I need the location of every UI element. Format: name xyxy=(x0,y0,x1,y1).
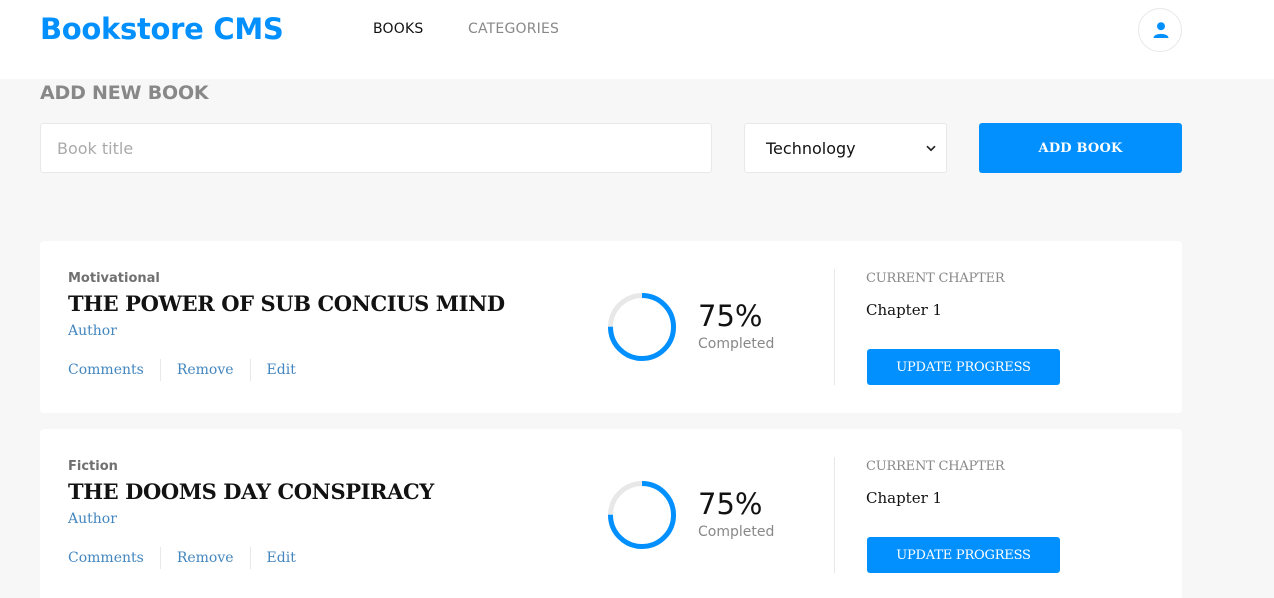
progress-percent: 75% xyxy=(698,487,763,521)
book-card: Motivational THE POWER OF SUB CONCIUS MI… xyxy=(40,241,1182,413)
current-chapter-value: Chapter 1 xyxy=(866,489,943,507)
update-progress-button[interactable]: UPDATE PROGRESS xyxy=(867,349,1060,385)
logo[interactable]: Bookstore CMS xyxy=(40,12,284,46)
book-author[interactable]: Author xyxy=(68,323,117,339)
progress-ring xyxy=(608,481,676,549)
comments-button[interactable]: Comments xyxy=(68,547,160,569)
category-selected-value: Technology xyxy=(766,139,856,158)
book-title-input[interactable] xyxy=(40,123,712,173)
add-book-heading: ADD NEW BOOK xyxy=(40,82,209,104)
current-chapter-label: CURRENT CHAPTER xyxy=(866,271,1005,286)
book-category: Fiction xyxy=(68,459,118,474)
progress-completed-label: Completed xyxy=(698,524,775,540)
nav-categories-link[interactable]: CATEGORIES xyxy=(468,21,559,37)
user-profile-button[interactable] xyxy=(1138,8,1182,52)
app-header: Bookstore CMS BOOKS CATEGORIES xyxy=(0,0,1274,79)
book-actions: Comments Remove Edit xyxy=(68,547,296,569)
add-book-button[interactable]: ADD BOOK xyxy=(979,123,1182,173)
book-category: Motivational xyxy=(68,271,160,286)
remove-button[interactable]: Remove xyxy=(159,547,250,569)
book-author[interactable]: Author xyxy=(68,511,117,527)
card-divider xyxy=(834,269,835,385)
book-actions: Comments Remove Edit xyxy=(68,359,296,381)
current-chapter-value: Chapter 1 xyxy=(866,301,943,319)
progress-completed-label: Completed xyxy=(698,336,775,352)
update-progress-button[interactable]: UPDATE PROGRESS xyxy=(867,537,1060,573)
book-title: THE POWER OF SUB CONCIUS MIND xyxy=(68,291,505,316)
book-title: THE DOOMS DAY CONSPIRACY xyxy=(68,479,434,504)
current-chapter-label: CURRENT CHAPTER xyxy=(866,459,1005,474)
card-divider xyxy=(834,457,835,573)
comments-button[interactable]: Comments xyxy=(68,359,160,381)
edit-button[interactable]: Edit xyxy=(249,359,296,381)
edit-button[interactable]: Edit xyxy=(249,547,296,569)
book-card: Fiction THE DOOMS DAY CONSPIRACY Author … xyxy=(40,429,1182,598)
progress-percent: 75% xyxy=(698,299,763,333)
user-icon xyxy=(1153,22,1169,38)
nav-books-link[interactable]: BOOKS xyxy=(373,21,423,37)
progress-ring xyxy=(608,293,676,361)
category-select[interactable]: Technology xyxy=(744,123,947,173)
chevron-down-icon xyxy=(926,145,936,152)
remove-button[interactable]: Remove xyxy=(159,359,250,381)
